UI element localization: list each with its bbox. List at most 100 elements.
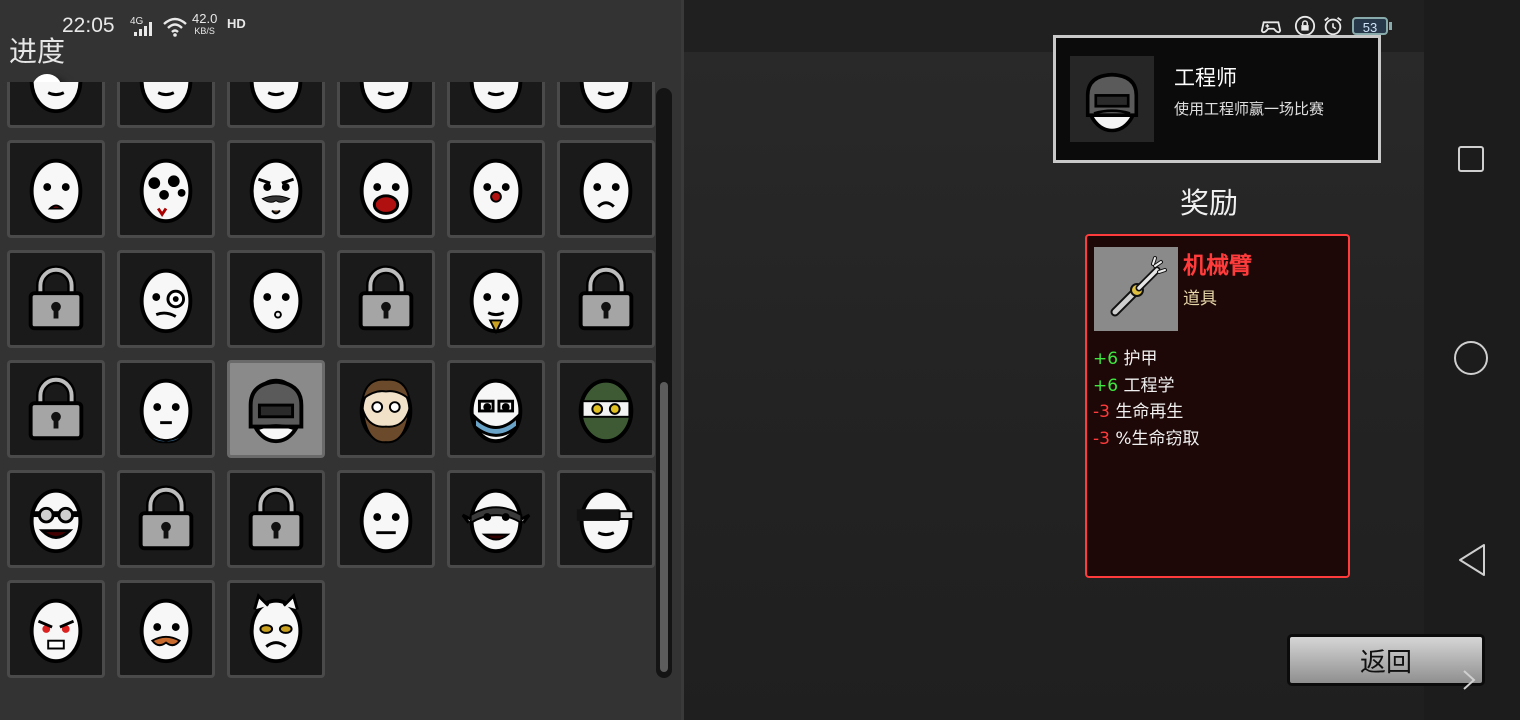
face-bearded-icon [347,370,425,448]
character-cell[interactable] [117,82,215,128]
hd-indicator: HD [227,16,246,31]
back-icon[interactable] [1456,543,1488,577]
character-cell[interactable] [337,470,435,568]
stat-value: -3 [1093,402,1110,422]
home-icon[interactable] [1454,341,1488,375]
face-partial-icon [237,82,315,118]
lock-icon [347,260,425,338]
stat-label: 护甲 [1123,349,1158,369]
character-cell[interactable] [117,140,215,238]
status-time: 22:05 [62,14,115,37]
face-ninja-icon [567,370,645,448]
face-whistle-icon [237,260,315,338]
achievement-description: 使用工程师赢一场比赛 [1174,100,1325,118]
progress-title: 进度 [9,35,66,68]
achievement-card: 工程师 使用工程师赢一场比赛 [1053,35,1381,163]
character-cell[interactable] [337,140,435,238]
character-cell[interactable] [337,360,435,458]
face-partial-icon [17,82,95,118]
scrollbar-thumb[interactable] [660,382,668,672]
stat-value: +6 [1093,375,1119,396]
helmet-face-icon [1070,56,1154,142]
reward-item-card: 机械臂 道具 +6 护甲 +6 工程学 -3 生命再生 -3 %生命窃取 [1085,234,1350,578]
character-cell[interactable] [447,140,545,238]
alarm-icon [1324,17,1342,36]
lock-icon [17,370,95,448]
lock-icon [127,480,205,558]
character-cell[interactable] [557,360,655,458]
character-cell[interactable] [447,360,545,458]
reward-label: 奖励 [1180,186,1239,220]
character-cell[interactable] [447,250,545,348]
lock-icon [237,480,315,558]
locked-character-cell[interactable] [7,250,105,348]
face-scarf-icon [127,370,205,448]
item-name: 机械臂 [1183,253,1252,279]
locked-character-cell[interactable] [337,250,435,348]
character-cell[interactable] [227,580,325,678]
face-partial-icon [347,82,425,118]
face-scream-icon [347,150,425,228]
character-grid-viewport[interactable] [0,82,658,682]
lock-icon [567,260,645,338]
character-grid [7,82,655,678]
face-sick-icon [17,150,95,228]
face-goggles-icon [17,480,95,558]
character-cell[interactable] [227,82,325,128]
character-cell[interactable] [7,82,105,128]
item-stats: +6 护甲 +6 工程学 -3 生命再生 -3 %生命窃取 [1093,346,1200,452]
face-helmet-icon [237,370,315,448]
controller-icon [1260,21,1282,34]
character-cell[interactable] [117,360,215,458]
character-cell[interactable] [447,470,545,568]
stat-label: 生命再生 [1115,402,1184,422]
character-cell[interactable] [337,82,435,128]
signal-icon [134,22,152,36]
face-red-nose-icon [457,150,535,228]
character-cell[interactable] [7,140,105,238]
character-cell[interactable] [557,82,655,128]
face-visor-icon [567,480,645,558]
character-cell[interactable] [7,580,105,678]
stat-value: -3 [1093,428,1110,449]
face-goatee-icon [457,260,535,338]
face-angry-icon [17,590,95,668]
character-cell[interactable] [557,140,655,238]
face-mustache-icon [237,150,315,228]
character-cell[interactable] [117,580,215,678]
face-partial-icon [457,82,535,118]
character-cell[interactable] [7,470,105,568]
character-cell[interactable] [227,360,325,458]
character-cell[interactable] [447,82,545,128]
character-cell[interactable] [227,250,325,348]
stat-row: -3 %生命窃取 [1093,426,1200,453]
back-button[interactable]: 返回 [1287,634,1485,686]
stat-label: 工程学 [1123,375,1175,396]
character-cell[interactable] [227,140,325,238]
locked-character-cell[interactable] [227,470,325,568]
locked-character-cell[interactable] [117,470,215,568]
face-partial-icon [127,82,205,118]
robotic-arm-icon [1094,247,1178,331]
face-many-eyes-icon [127,150,205,228]
character-cell[interactable] [117,250,215,348]
battery-indicator: 53 [1352,17,1388,35]
lock-icon [17,260,95,338]
locked-character-cell[interactable] [7,360,105,458]
face-blank-icon [347,480,425,558]
face-ginger-mustache-icon [127,590,205,668]
achievement-title: 工程师 [1174,66,1237,90]
stat-row: +6 护甲 [1093,346,1200,373]
face-cat-icon [237,590,315,668]
recent-apps-icon[interactable] [1458,146,1484,172]
chevron-right-icon[interactable] [1460,668,1478,692]
battery-tip [1389,22,1392,30]
network-speed: 42.0 KB/S [192,11,218,36]
face-spiked-icon [457,480,535,558]
stat-label: %生命窃取 [1115,428,1200,449]
face-partial-icon [567,82,645,118]
stat-row: +6 工程学 [1093,373,1200,400]
stat-value: +6 [1093,349,1119,369]
locked-character-cell[interactable] [557,250,655,348]
character-cell[interactable] [557,470,655,568]
